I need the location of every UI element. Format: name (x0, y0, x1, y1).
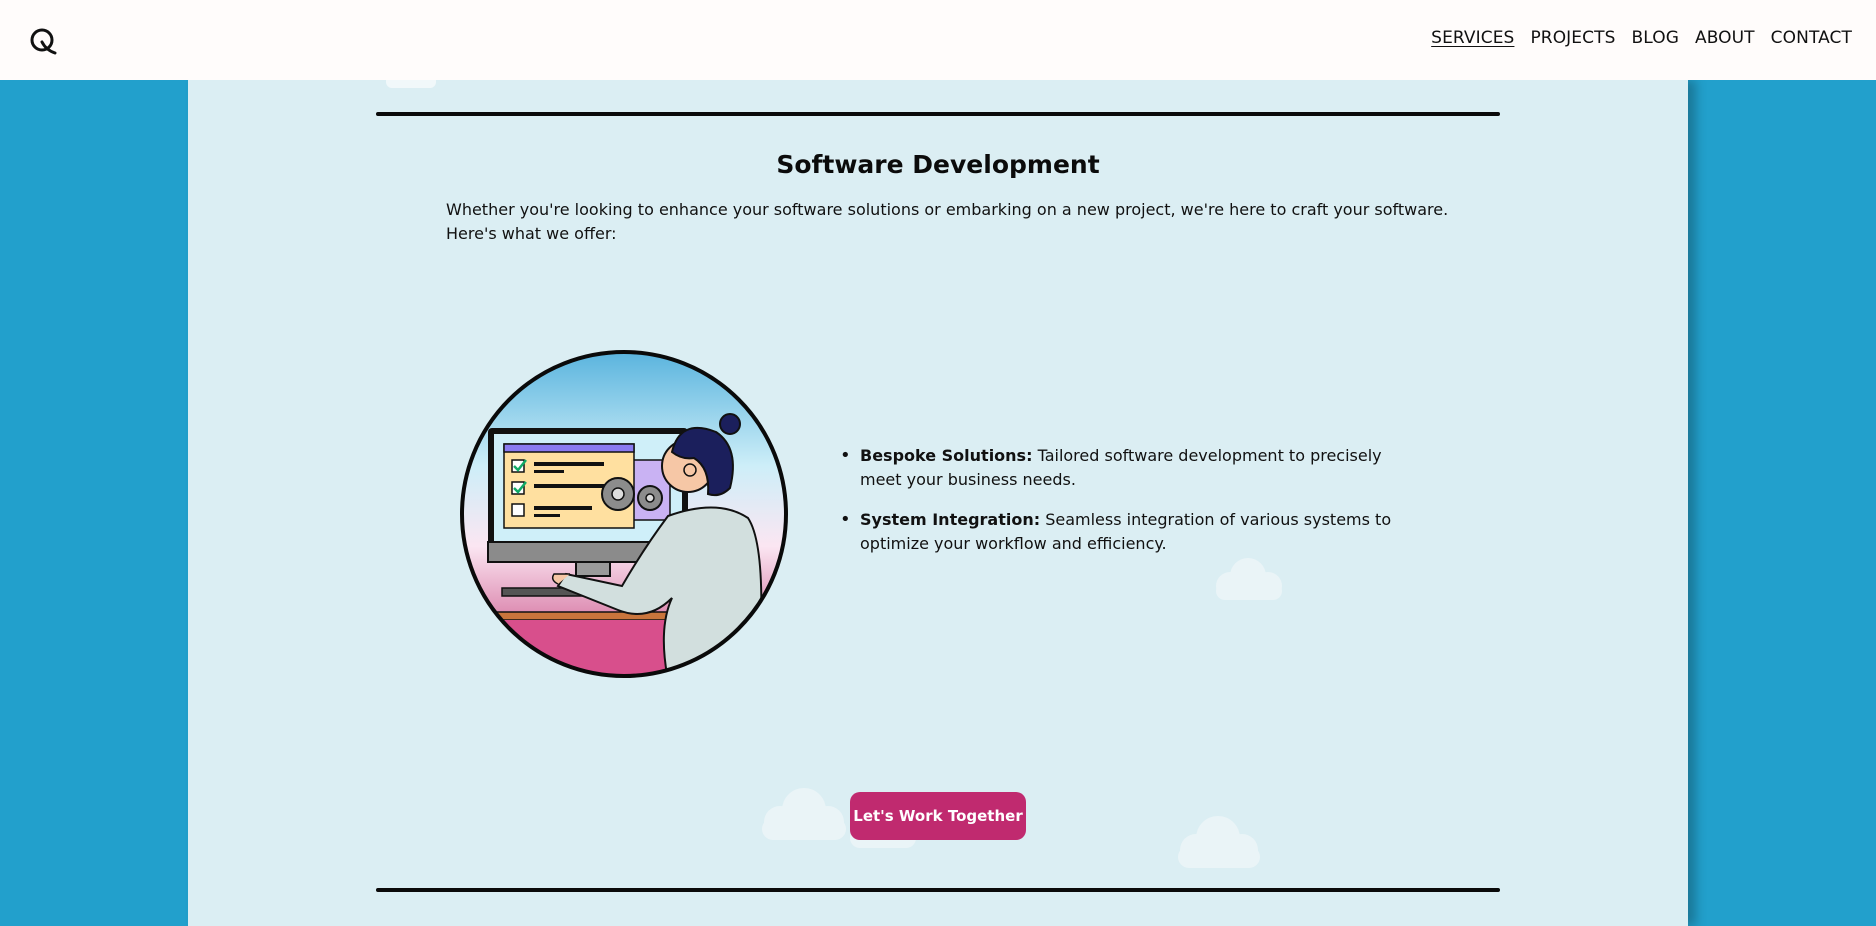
list-item: System Integration: Seamless integration… (838, 508, 1398, 556)
section-title: Software Development (776, 150, 1100, 179)
cloud-decoration (1178, 816, 1260, 868)
nav-item-about[interactable]: ABOUT (1695, 28, 1755, 48)
section-intro: Whether you're looking to enhance your s… (446, 200, 1449, 243)
services-panel: Software Development Whether you're look… (188, 80, 1688, 926)
developer-at-computer-illustration (460, 350, 788, 678)
cloud-decoration (386, 80, 436, 88)
nav-item-contact[interactable]: CONTACT (1771, 28, 1852, 48)
lets-work-together-button[interactable]: Let's Work Together (850, 792, 1026, 840)
top-navbar: SERVICES PROJECTS BLOG ABOUT CONTACT (0, 0, 1876, 80)
bullet-heading: Bespoke Solutions: (860, 446, 1033, 465)
cloud-decoration (762, 788, 846, 840)
nav-item-blog[interactable]: BLOG (1631, 28, 1678, 48)
bullet-heading: System Integration: (860, 510, 1041, 529)
nav-item-projects[interactable]: PROJECTS (1530, 28, 1615, 48)
services-list: Bespoke Solutions: Tailored software dev… (838, 444, 1398, 572)
nav-item-services[interactable]: SERVICES (1431, 28, 1514, 48)
divider-bottom (376, 888, 1500, 892)
list-item: Bespoke Solutions: Tailored software dev… (838, 444, 1398, 492)
main-nav: SERVICES PROJECTS BLOG ABOUT CONTACT (1431, 28, 1852, 48)
divider-top (376, 112, 1500, 116)
q-logo-icon[interactable] (28, 26, 58, 56)
